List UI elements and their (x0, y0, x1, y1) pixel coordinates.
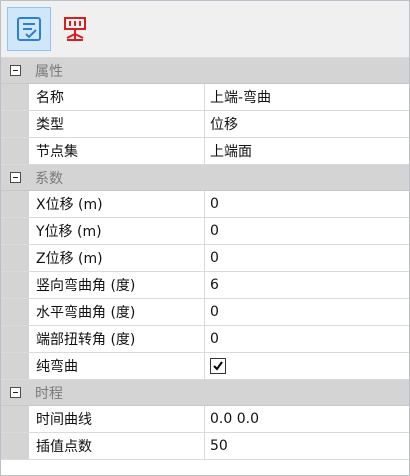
property-value-checkbox-cell (205, 353, 409, 379)
collapse-toggle[interactable] (1, 380, 29, 405)
pure-bending-checkbox[interactable] (210, 358, 226, 374)
property-name: X位移 (m) (29, 191, 205, 217)
property-value[interactable]: 0 (205, 191, 409, 217)
property-row[interactable]: Y位移 (m) 0 (1, 218, 409, 245)
section-label: 系数 (35, 170, 63, 187)
property-name: 时间曲线 (29, 406, 205, 432)
property-edit-icon (17, 17, 41, 41)
toolbar (1, 1, 409, 58)
properties-panel: 属性 名称 上端-弯曲 类型 位移 节点集 上端面 系数 X位移 (m) 0 Y… (0, 0, 410, 476)
property-value[interactable]: 50 (205, 433, 409, 459)
property-row[interactable]: 节点集 上端面 (1, 138, 409, 165)
property-row[interactable]: 竖向弯曲角 (度) 6 (1, 272, 409, 299)
checkmark-icon (213, 361, 223, 371)
section-label: 属性 (35, 63, 63, 80)
property-value[interactable]: 0 (205, 245, 409, 271)
property-value[interactable]: 6 (205, 272, 409, 298)
property-name: 名称 (29, 84, 205, 110)
property-row[interactable]: 名称 上端-弯曲 (1, 84, 409, 111)
property-name: 竖向弯曲角 (度) (29, 272, 205, 298)
minus-icon (9, 172, 21, 183)
property-name: 水平弯曲角 (度) (29, 299, 205, 325)
property-name: Z位移 (m) (29, 245, 205, 271)
property-value[interactable]: 位移 (205, 111, 409, 137)
property-name: 类型 (29, 111, 205, 137)
property-name: Y位移 (m) (29, 218, 205, 244)
property-row[interactable]: X位移 (m) 0 (1, 191, 409, 218)
property-name: 端部扭转角 (度) (29, 326, 205, 352)
property-name: 节点集 (29, 138, 205, 164)
section-header-time-history[interactable]: 时程 (1, 380, 409, 406)
property-name: 插值点数 (29, 433, 205, 459)
property-value[interactable]: 0 (205, 299, 409, 325)
property-value[interactable]: 0 (205, 326, 409, 352)
minus-icon (9, 387, 21, 398)
property-value[interactable]: 上端-弯曲 (205, 84, 409, 110)
property-row[interactable]: 时间曲线 0.0 0.0 (1, 406, 409, 433)
property-grid: 属性 名称 上端-弯曲 类型 位移 节点集 上端面 系数 X位移 (m) 0 Y… (1, 58, 409, 460)
property-row[interactable]: 端部扭转角 (度) 0 (1, 326, 409, 353)
property-edit-button[interactable] (7, 7, 51, 51)
property-value[interactable]: 0.0 0.0 (205, 406, 409, 432)
collapse-toggle[interactable] (1, 58, 29, 83)
property-row[interactable]: 类型 位移 (1, 111, 409, 138)
section-header-coefficients[interactable]: 系数 (1, 165, 409, 191)
load-structure-icon (64, 17, 86, 41)
load-structure-button[interactable] (53, 7, 97, 51)
section-header-attributes[interactable]: 属性 (1, 58, 409, 84)
collapse-toggle[interactable] (1, 165, 29, 190)
property-row[interactable]: Z位移 (m) 0 (1, 245, 409, 272)
property-row[interactable]: 插值点数 50 (1, 433, 409, 460)
property-value[interactable]: 上端面 (205, 138, 409, 164)
property-value[interactable]: 0 (205, 218, 409, 244)
property-name: 纯弯曲 (29, 353, 205, 379)
property-row[interactable]: 纯弯曲 (1, 353, 409, 380)
section-label: 时程 (35, 385, 63, 402)
property-row[interactable]: 水平弯曲角 (度) 0 (1, 299, 409, 326)
minus-icon (9, 65, 21, 76)
